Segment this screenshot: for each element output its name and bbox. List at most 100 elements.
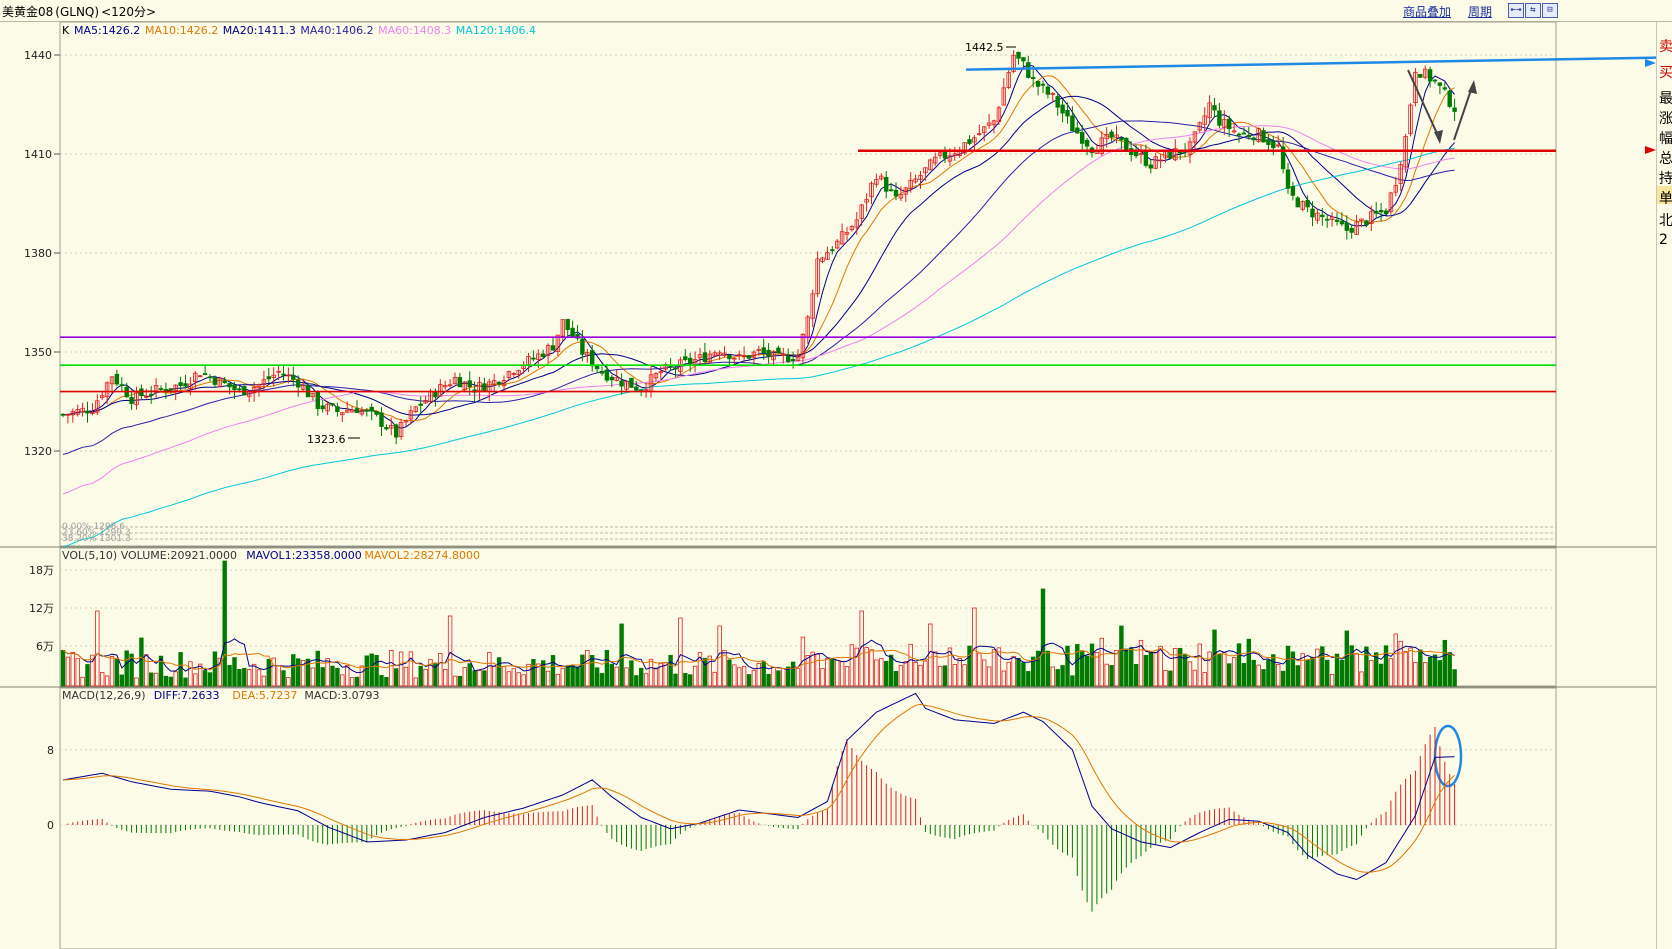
candle-body [1349, 228, 1354, 233]
candle-body [1285, 169, 1291, 189]
volume-bar [119, 674, 124, 687]
volume-bar [1197, 643, 1202, 687]
volume-bar [849, 644, 855, 687]
candle-body [634, 386, 639, 391]
candle-body [1016, 51, 1021, 59]
volume-bar [937, 665, 943, 687]
volume-bar [839, 661, 845, 687]
candle-body [320, 405, 325, 410]
ma-legend-item: MA120:1406.4 [456, 24, 536, 37]
volume-bar [609, 663, 614, 687]
candle-body [1124, 137, 1129, 151]
volume-bar [227, 665, 232, 687]
volume-bar [751, 669, 757, 687]
volume-bar [379, 675, 384, 687]
candle-body [830, 249, 835, 252]
volume-bar [624, 667, 629, 687]
candle-body [1305, 199, 1310, 208]
volume-bar [1055, 669, 1060, 687]
volume-bar [590, 655, 595, 687]
volume-bar [1408, 647, 1413, 687]
volume-bar [830, 659, 835, 687]
volume-bar [1133, 664, 1139, 687]
volume-bar [1383, 645, 1389, 687]
volume-bar [629, 660, 634, 687]
candle-body [1045, 86, 1051, 95]
volume-bar [560, 667, 565, 687]
volume-bar [281, 670, 286, 687]
candle-body [1217, 110, 1222, 126]
volume-bar [967, 645, 972, 687]
volume-bar [95, 610, 100, 687]
volume-bar [1251, 659, 1256, 687]
volume-bar [800, 636, 806, 687]
candle-body [1236, 133, 1242, 136]
macd-tick-label: 8 [47, 744, 54, 757]
volume-bar [60, 649, 66, 687]
volume-bar [1393, 633, 1398, 687]
volume-bar [295, 658, 301, 687]
volume-bar [1006, 661, 1011, 687]
volume-bar [893, 671, 899, 687]
candle-body [1452, 107, 1457, 112]
volume-bar [1089, 643, 1095, 687]
volume-bar [820, 668, 825, 687]
candle-body [673, 367, 678, 370]
candle-body [379, 412, 384, 427]
candle-body [790, 359, 796, 362]
candle-body [1084, 139, 1090, 147]
volume-bar [398, 651, 404, 687]
moving-average-lines [62, 64, 1455, 548]
volume-bar [712, 671, 717, 687]
candle-body [761, 347, 766, 354]
candle-body [1031, 77, 1036, 79]
candle-body [683, 356, 688, 361]
candle-body [1227, 118, 1232, 130]
ma-legend-item: MA60:1408.3 [378, 24, 451, 37]
candle-body [1021, 57, 1026, 62]
candle-body [1065, 110, 1070, 117]
candle-body [281, 373, 286, 376]
volume-panel-frame [59, 547, 1557, 687]
ma-legend-item: MA40:1406.2 [300, 24, 373, 37]
volume-bar [805, 655, 810, 687]
candle-body [1133, 151, 1139, 157]
volume-bar [942, 665, 948, 687]
candle-body [604, 369, 610, 381]
volume-bar [918, 664, 923, 687]
side-label-total: 总 [1659, 151, 1672, 167]
candle-body [148, 393, 154, 396]
candle-body [570, 327, 575, 337]
candle-body [393, 424, 399, 438]
volume-bar [183, 677, 188, 687]
volume-bar [369, 653, 374, 687]
candle-body [1334, 219, 1340, 222]
volume-bar [1026, 671, 1031, 687]
volume-bar [232, 657, 237, 687]
volume-bar [1065, 645, 1070, 687]
candle-body [967, 139, 972, 144]
y-axis-area [0, 22, 60, 949]
volume-bar [452, 675, 458, 687]
volume-bar [1011, 655, 1016, 687]
volume-bar [599, 673, 605, 687]
volume-bar [261, 675, 267, 687]
kline-chart[interactable]: 1442.51323.6 144014101380135013200.00% 1… [0, 0, 1656, 949]
candle-body [1432, 79, 1438, 82]
candle-body [531, 357, 536, 360]
candle-body [482, 383, 487, 392]
volume-bar [977, 652, 982, 687]
candle-body [330, 403, 335, 406]
volume-bar [653, 667, 659, 687]
volume-bar [222, 560, 227, 687]
volume-bar [771, 667, 776, 687]
volume-bar [104, 675, 110, 687]
volume-bar [310, 667, 316, 687]
volume-bar [1212, 629, 1217, 687]
volume-bar [1178, 647, 1183, 687]
volume-bar [619, 623, 624, 687]
candle-body [1055, 96, 1060, 108]
candle-body [1035, 81, 1041, 87]
volume-bar [648, 658, 654, 687]
ma-legend-item: MA20:1411.3 [223, 24, 296, 37]
